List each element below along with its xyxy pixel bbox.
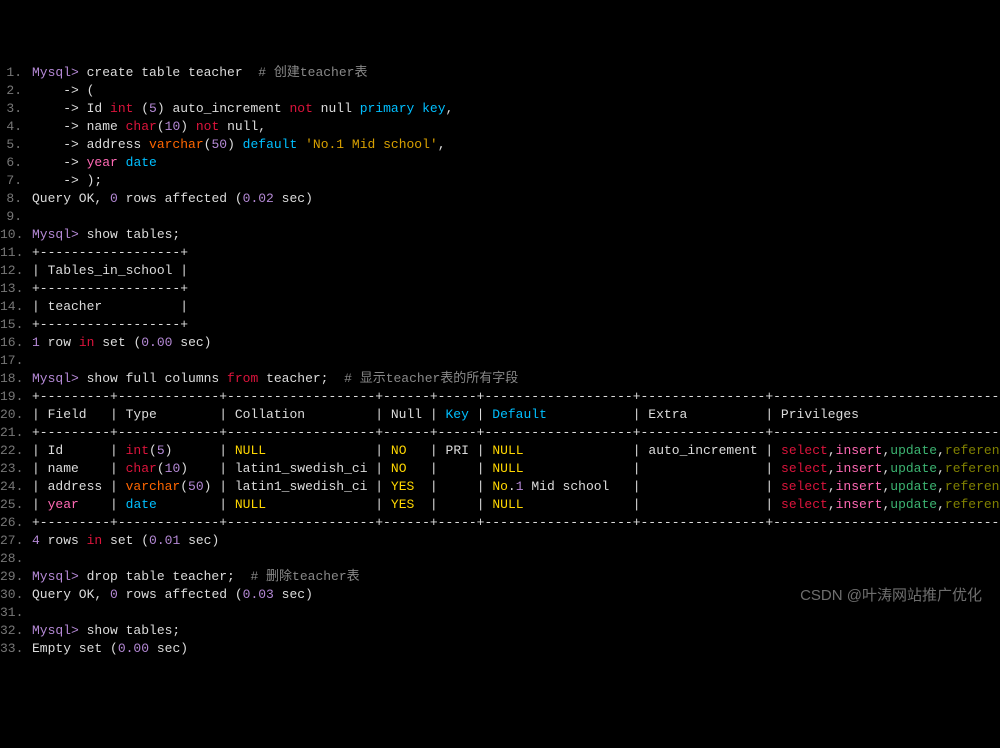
code-line: 26.+---------+-------------+------------… <box>0 514 1000 532</box>
line-number: 18. <box>0 370 32 388</box>
code-line: 32.Mysql> show tables; <box>0 622 1000 640</box>
line-number: 8. <box>0 190 32 208</box>
line-number: 2. <box>0 82 32 100</box>
code-line: 16.1 row in set (0.00 sec) <box>0 334 1000 352</box>
line-number: 29. <box>0 568 32 586</box>
line-number: 12. <box>0 262 32 280</box>
code-line: 1.Mysql> create table teacher # 创建teache… <box>0 64 1000 82</box>
code-line: 14.| teacher | <box>0 298 1000 316</box>
line-number: 28. <box>0 550 32 568</box>
line-number: 4. <box>0 118 32 136</box>
code-content: | teacher | <box>32 298 1000 316</box>
terminal-output: 1.Mysql> create table teacher # 创建teache… <box>0 64 1000 658</box>
code-line: 17. <box>0 352 1000 370</box>
code-line: 10.Mysql> show tables; <box>0 226 1000 244</box>
line-number: 6. <box>0 154 32 172</box>
code-content <box>32 550 1000 568</box>
line-number: 3. <box>0 100 32 118</box>
code-content: | year | date | NULL | YES | | NULL | | … <box>32 496 1000 514</box>
code-line: 9. <box>0 208 1000 226</box>
code-content: +---------+-------------+---------------… <box>32 424 1000 442</box>
code-content: +---------+-------------+---------------… <box>32 388 1000 406</box>
code-line: 31. <box>0 604 1000 622</box>
line-number: 15. <box>0 316 32 334</box>
code-content: +------------------+ <box>32 244 1000 262</box>
line-number: 24. <box>0 478 32 496</box>
code-content: Mysql> create table teacher # 创建teacher表 <box>32 64 1000 82</box>
code-line: 15.+------------------+ <box>0 316 1000 334</box>
code-line: 2. -> ( <box>0 82 1000 100</box>
code-line: 27.4 rows in set (0.01 sec) <box>0 532 1000 550</box>
code-content: +------------------+ <box>32 316 1000 334</box>
code-content <box>32 604 1000 622</box>
line-number: 17. <box>0 352 32 370</box>
line-number: 27. <box>0 532 32 550</box>
code-line: 4. -> name char(10) not null, <box>0 118 1000 136</box>
code-line: 5. -> address varchar(50) default 'No.1 … <box>0 136 1000 154</box>
code-line: 11.+------------------+ <box>0 244 1000 262</box>
code-content: -> Id int (5) auto_increment not null pr… <box>32 100 1000 118</box>
line-number: 22. <box>0 442 32 460</box>
line-number: 19. <box>0 388 32 406</box>
line-number: 26. <box>0 514 32 532</box>
line-number: 21. <box>0 424 32 442</box>
code-content <box>32 352 1000 370</box>
watermark: CSDN @叶涛网站推广优化 <box>800 584 982 605</box>
line-number: 16. <box>0 334 32 352</box>
code-content: -> ( <box>32 82 1000 100</box>
code-line: 8.Query OK, 0 rows affected (0.02 sec) <box>0 190 1000 208</box>
code-content: | Tables_in_school | <box>32 262 1000 280</box>
code-content: -> address varchar(50) default 'No.1 Mid… <box>32 136 1000 154</box>
code-content: -> ); <box>32 172 1000 190</box>
code-content: Query OK, 0 rows affected (0.02 sec) <box>32 190 1000 208</box>
code-content: +---------+-------------+---------------… <box>32 514 1000 532</box>
code-content: +------------------+ <box>32 280 1000 298</box>
line-number: 10. <box>0 226 32 244</box>
code-line: 19.+---------+-------------+------------… <box>0 388 1000 406</box>
code-content: 1 row in set (0.00 sec) <box>32 334 1000 352</box>
line-number: 33. <box>0 640 32 658</box>
line-number: 32. <box>0 622 32 640</box>
line-number: 14. <box>0 298 32 316</box>
code-line: 23.| name | char(10) | latin1_swedish_ci… <box>0 460 1000 478</box>
code-content: 4 rows in set (0.01 sec) <box>32 532 1000 550</box>
line-number: 25. <box>0 496 32 514</box>
line-number: 30. <box>0 586 32 604</box>
line-number: 13. <box>0 280 32 298</box>
line-number: 9. <box>0 208 32 226</box>
code-content: -> name char(10) not null, <box>32 118 1000 136</box>
code-line: 25.| year | date | NULL | YES | | NULL |… <box>0 496 1000 514</box>
code-content: | Field | Type | Collation | Null | Key … <box>32 406 1000 424</box>
code-content: Empty set (0.00 sec) <box>32 640 1000 658</box>
code-line: 6. -> year date <box>0 154 1000 172</box>
line-number: 1. <box>0 64 32 82</box>
code-line: 24.| address | varchar(50) | latin1_swed… <box>0 478 1000 496</box>
code-content: -> year date <box>32 154 1000 172</box>
line-number: 7. <box>0 172 32 190</box>
line-number: 11. <box>0 244 32 262</box>
code-content: | Id | int(5) | NULL | NO | PRI | NULL |… <box>32 442 1000 460</box>
code-line: 28. <box>0 550 1000 568</box>
line-number: 31. <box>0 604 32 622</box>
code-line: 13.+------------------+ <box>0 280 1000 298</box>
code-line: 33.Empty set (0.00 sec) <box>0 640 1000 658</box>
code-line: 18.Mysql> show full columns from teacher… <box>0 370 1000 388</box>
code-content <box>32 208 1000 226</box>
code-content: Mysql> show tables; <box>32 622 1000 640</box>
code-line: 12.| Tables_in_school | <box>0 262 1000 280</box>
line-number: 20. <box>0 406 32 424</box>
code-line: 22.| Id | int(5) | NULL | NO | PRI | NUL… <box>0 442 1000 460</box>
code-content: Mysql> show tables; <box>32 226 1000 244</box>
code-content: Mysql> show full columns from teacher; #… <box>32 370 1000 388</box>
code-line: 3. -> Id int (5) auto_increment not null… <box>0 100 1000 118</box>
code-line: 21.+---------+-------------+------------… <box>0 424 1000 442</box>
code-line: 20.| Field | Type | Collation | Null | K… <box>0 406 1000 424</box>
code-content: | name | char(10) | latin1_swedish_ci | … <box>32 460 1000 478</box>
code-content: | address | varchar(50) | latin1_swedish… <box>32 478 1000 496</box>
line-number: 23. <box>0 460 32 478</box>
line-number: 5. <box>0 136 32 154</box>
code-line: 7. -> ); <box>0 172 1000 190</box>
